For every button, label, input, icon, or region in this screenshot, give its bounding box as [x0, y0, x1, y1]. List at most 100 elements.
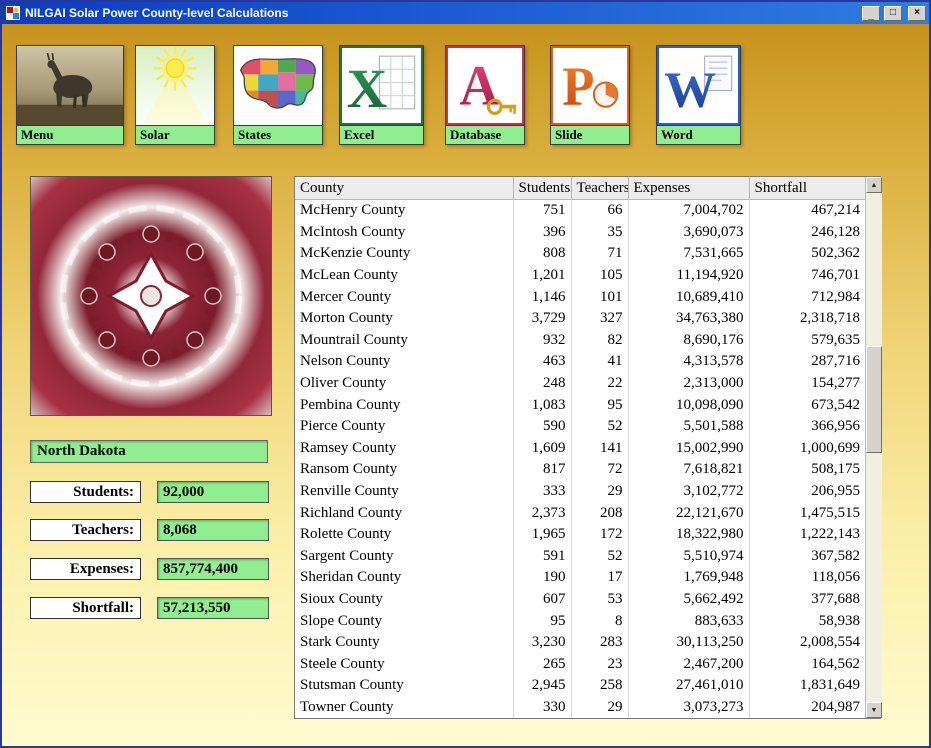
cell-expenses: 2,467,200 [628, 653, 749, 675]
teachers-value[interactable]: 8,068 [157, 519, 269, 541]
county-table-body: McHenry County 751 66 7,004,702 467,214 … [295, 200, 865, 719]
table-scrollbar[interactable]: ▲ ▼ [865, 177, 882, 718]
cell-teachers: 141 [571, 438, 628, 460]
table-row[interactable]: Stark County 3,230 283 30,113,250 2,008,… [295, 632, 865, 654]
table-row[interactable]: Pembina County 1,083 95 10,098,090 673,5… [295, 394, 865, 416]
minimize-button[interactable]: _ [862, 6, 880, 21]
shortfall-value[interactable]: 57,213,550 [157, 597, 269, 619]
column-header-teachers[interactable]: Teachers [571, 177, 628, 200]
maximize-button[interactable]: □ [884, 6, 902, 21]
cell-county: Sioux County [295, 589, 513, 611]
cell-expenses: 883,633 [628, 610, 749, 632]
cell-shortfall: 1,475,515 [749, 502, 865, 524]
toolbar-button-excel[interactable]: X Excel [339, 45, 424, 145]
cell-expenses: 2,313,000 [628, 373, 749, 395]
table-row[interactable]: Richland County 2,373 208 22,121,670 1,4… [295, 502, 865, 524]
table-row[interactable]: McLean County 1,201 105 11,194,920 746,7… [295, 265, 865, 287]
table-row[interactable]: Pierce County 590 52 5,501,588 366,956 [295, 416, 865, 438]
students-value[interactable]: 92,000 [157, 481, 269, 503]
table-row[interactable]: Steele County 265 23 2,467,200 164,562 [295, 653, 865, 675]
toolbar-button-label: Slide [550, 125, 630, 145]
cell-students: 590 [513, 416, 571, 438]
toolbar-button-states[interactable]: States [233, 45, 323, 145]
table-row[interactable]: Oliver County 248 22 2,313,000 154,277 [295, 373, 865, 395]
toolbar-button-solar[interactable]: Solar [135, 45, 215, 145]
cell-county: Towner County [295, 697, 513, 719]
table-row[interactable]: Sheridan County 190 17 1,769,948 118,056 [295, 567, 865, 589]
scrollbar-track[interactable] [866, 193, 882, 702]
toolbar-button-database[interactable]: A Database [445, 45, 525, 145]
app-window: NILGAI Solar Power County-level Calculat… [0, 0, 931, 748]
table-row[interactable]: Sargent County 591 52 5,510,974 367,582 [295, 546, 865, 568]
cell-teachers: 41 [571, 351, 628, 373]
cell-county: Rolette County [295, 524, 513, 546]
toolbar-button-menu[interactable]: Menu [16, 45, 124, 145]
column-header-expenses[interactable]: Expenses [628, 177, 749, 200]
close-button[interactable]: × [908, 6, 926, 21]
cell-expenses: 30,113,250 [628, 632, 749, 654]
cell-expenses: 3,102,772 [628, 481, 749, 503]
toolbar-button-word[interactable]: W Word [656, 45, 741, 145]
scroll-up-button[interactable]: ▲ [866, 177, 882, 193]
table-row[interactable]: Slope County 95 8 883,633 58,938 [295, 610, 865, 632]
table-row[interactable]: Sioux County 607 53 5,662,492 377,688 [295, 589, 865, 611]
cell-teachers: 72 [571, 459, 628, 481]
cell-expenses: 15,002,990 [628, 438, 749, 460]
state-name-display: North Dakota [30, 440, 268, 463]
table-row[interactable]: Stutsman County 2,945 258 27,461,010 1,8… [295, 675, 865, 697]
table-row[interactable]: Ramsey County 1,609 141 15,002,990 1,000… [295, 438, 865, 460]
table-row[interactable]: Renville County 333 29 3,102,772 206,955 [295, 481, 865, 503]
cell-teachers: 327 [571, 308, 628, 330]
cell-shortfall: 1,831,649 [749, 675, 865, 697]
expenses-label: Expenses: [30, 558, 141, 580]
table-row[interactable]: Nelson County 463 41 4,313,578 287,716 [295, 351, 865, 373]
cell-county: Pembina County [295, 394, 513, 416]
cell-teachers: 29 [571, 481, 628, 503]
table-row[interactable]: Mountrail County 932 82 8,690,176 579,63… [295, 330, 865, 352]
app-icon [5, 5, 21, 21]
cell-county: McHenry County [295, 200, 513, 222]
cell-county: Stark County [295, 632, 513, 654]
cell-teachers: 172 [571, 524, 628, 546]
table-row[interactable]: Towner County 330 29 3,073,273 204,987 [295, 697, 865, 719]
column-header-shortfall[interactable]: Shortfall [749, 177, 865, 200]
table-row[interactable]: Ransom County 817 72 7,618,821 508,175 [295, 459, 865, 481]
cell-expenses: 8,690,176 [628, 330, 749, 352]
cell-teachers: 22 [571, 373, 628, 395]
cell-shortfall: 206,955 [749, 481, 865, 503]
cell-county: Sheridan County [295, 567, 513, 589]
table-row[interactable]: McKenzie County 808 71 7,531,665 502,362 [295, 243, 865, 265]
cell-county: Stutsman County [295, 675, 513, 697]
cell-expenses: 27,461,010 [628, 675, 749, 697]
column-header-county[interactable]: County [295, 177, 513, 200]
cell-teachers: 101 [571, 286, 628, 308]
cell-shortfall: 58,938 [749, 610, 865, 632]
toolbar-button-slide[interactable]: P Slide [550, 45, 630, 145]
cell-students: 1,609 [513, 438, 571, 460]
maximize-icon: □ [890, 8, 896, 18]
cell-county: Steele County [295, 653, 513, 675]
cell-county: Richland County [295, 502, 513, 524]
cell-shortfall: 746,701 [749, 265, 865, 287]
cell-shortfall: 1,222,143 [749, 524, 865, 546]
table-row[interactable]: Mercer County 1,146 101 10,689,410 712,9… [295, 286, 865, 308]
table-row[interactable]: McHenry County 751 66 7,004,702 467,214 [295, 200, 865, 222]
expenses-value[interactable]: 857,774,400 [157, 558, 269, 580]
cell-students: 1,146 [513, 286, 571, 308]
cell-teachers: 23 [571, 653, 628, 675]
cell-students: 1,201 [513, 265, 571, 287]
cell-expenses: 18,322,980 [628, 524, 749, 546]
scrollbar-thumb[interactable] [866, 346, 882, 453]
scroll-down-button[interactable]: ▼ [866, 702, 882, 718]
table-row[interactable]: Morton County 3,729 327 34,763,380 2,318… [295, 308, 865, 330]
cell-shortfall: 204,987 [749, 697, 865, 719]
cell-teachers: 52 [571, 546, 628, 568]
table-row[interactable]: Rolette County 1,965 172 18,322,980 1,22… [295, 524, 865, 546]
table-row[interactable]: McIntosh County 396 35 3,690,073 246,128 [295, 222, 865, 244]
toolbar-button-label: Menu [16, 125, 124, 145]
cell-expenses: 1,769,948 [628, 567, 749, 589]
column-header-students[interactable]: Students [513, 177, 571, 200]
students-label: Students: [30, 481, 141, 503]
window-title: NILGAI Solar Power County-level Calculat… [25, 6, 858, 20]
cell-shortfall: 467,214 [749, 200, 865, 222]
